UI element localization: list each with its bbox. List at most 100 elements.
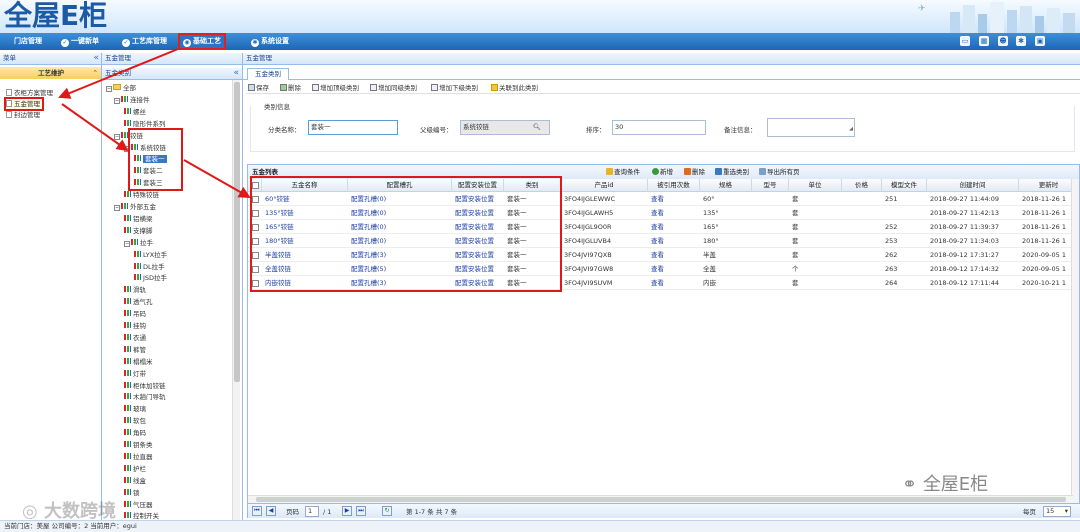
tree-node[interactable]: 灯带 — [124, 369, 146, 379]
tree-node[interactable]: 挂钩 — [124, 321, 146, 331]
collapse-left-button[interactable]: « — [93, 53, 99, 64]
cell-name[interactable]: 180°铰链 — [262, 234, 348, 248]
tree-node[interactable]: 控制开关 — [124, 511, 159, 519]
tree-node[interactable]: 木趟门导轨 — [124, 392, 166, 402]
table-row[interactable]: 180°铰链 配置孔槽(0) 配置安装位置 套装一 3FO4IJGLUVB4 查看 180°… — [248, 234, 1079, 248]
tree-node[interactable]: 支撑脚 — [124, 226, 153, 236]
cell-name[interactable]: 60°铰链 — [262, 192, 348, 206]
delete-button[interactable]: 删除 — [280, 83, 301, 93]
prev-page-button[interactable]: ◀ — [266, 506, 276, 516]
tree-node[interactable]: 护栏 — [124, 464, 146, 474]
column-header[interactable]: 型号 — [752, 179, 789, 192]
per-page-select[interactable]: 15 ▾ — [1043, 506, 1071, 517]
menu-item-edge-banding[interactable]: 封边管理 — [6, 110, 40, 120]
expand-toggle-icon[interactable]: − — [114, 133, 120, 140]
cell-pos[interactable]: 配置安装位置 — [452, 276, 504, 290]
grid-hscroll-thumb[interactable] — [256, 497, 1066, 502]
grid-delete-button[interactable]: 删除 — [684, 165, 705, 179]
tree-node[interactable]: 线盒 — [124, 476, 146, 486]
row-checkbox[interactable] — [252, 238, 259, 245]
expand-toggle-icon[interactable]: − — [114, 205, 120, 211]
parent-id-input[interactable]: 系统铰链 🔍︎ — [460, 120, 550, 135]
column-header[interactable]: 单位 — [789, 179, 842, 192]
cell-name[interactable]: 半盖铰链 — [262, 248, 348, 262]
column-header[interactable]: 配置安装位置 — [452, 179, 504, 192]
tree-node[interactable]: − 全部 — [106, 83, 136, 93]
cell-pos[interactable]: 配置安装位置 — [452, 220, 504, 234]
grid-horizontal-scrollbar[interactable] — [248, 495, 1073, 503]
add-sibling-category-button[interactable]: 增加同级类别 — [370, 83, 417, 93]
column-header[interactable]: 产品id — [561, 179, 648, 192]
page-number-input[interactable]: 1 — [305, 506, 319, 517]
cell-ref[interactable]: 查看 — [648, 192, 700, 206]
row-checkbox[interactable] — [252, 224, 259, 231]
column-header[interactable]: 更新时 — [1019, 179, 1079, 192]
tree-node[interactable]: 套装三 — [134, 178, 163, 188]
tree-node[interactable]: 隐形件系列 — [124, 119, 166, 129]
row-checkbox[interactable] — [252, 266, 259, 273]
tree-node[interactable]: LYX拉手 — [134, 250, 167, 260]
note-textarea[interactable]: ◢ — [767, 118, 855, 137]
tree-node[interactable]: 螺丝 — [124, 107, 146, 117]
tree-scrollbar[interactable] — [232, 80, 240, 520]
cell-pos[interactable]: 配置安装位置 — [452, 262, 504, 276]
query-conditions-button[interactable]: 查询条件 — [606, 165, 640, 179]
tab-hardware-category[interactable]: 五金类别 — [247, 68, 289, 80]
column-header[interactable]: 五金名称 — [262, 179, 348, 192]
table-row[interactable]: 165°铰链 配置孔槽(0) 配置安装位置 套装一 3FO4IJGL9O0R 查看 165°… — [248, 220, 1079, 234]
category-name-input[interactable]: 套装一 — [308, 120, 398, 135]
tree-node[interactable]: 裤管 — [124, 345, 146, 355]
add-child-category-button[interactable]: 增加下级类别 — [431, 83, 478, 93]
row-checkbox[interactable] — [252, 280, 259, 287]
column-header[interactable]: 配置槽孔 — [348, 179, 452, 192]
resize-handle-icon[interactable]: ◢ — [849, 123, 853, 136]
expand-toggle-icon[interactable]: − — [124, 145, 130, 152]
grid-vertical-scrollbar[interactable] — [1071, 179, 1079, 507]
menu-group-craft-maintenance[interactable]: 工艺维护 ⌃ — [0, 67, 102, 79]
tree-node[interactable]: 榻榻米 — [124, 357, 153, 367]
row-checkbox[interactable] — [252, 196, 259, 203]
save-button[interactable]: 保存 — [248, 83, 269, 93]
cell-ref[interactable]: 查看 — [648, 206, 700, 220]
tree-node[interactable]: JSD拉手 — [134, 273, 167, 283]
cell-slot[interactable]: 配置孔槽(0) — [348, 206, 452, 220]
cell-pos[interactable]: 配置安装位置 — [452, 192, 504, 206]
menu-item-hardware-management[interactable]: 五金管理 — [4, 97, 44, 111]
collapse-tree-button[interactable]: « — [233, 68, 239, 79]
tree-node[interactable]: 吊码 — [124, 309, 146, 319]
cell-name[interactable]: 135°铰链 — [262, 206, 348, 220]
calendar-icon[interactable]: ▦ — [979, 36, 989, 46]
tree-node[interactable]: − 铰链 — [114, 131, 143, 141]
expand-toggle-icon[interactable]: − — [114, 97, 120, 104]
cell-name[interactable]: 内嵌铰链 — [262, 276, 348, 290]
cell-ref[interactable]: 查看 — [648, 234, 700, 248]
tree-node[interactable]: − 拉手 — [124, 238, 153, 248]
next-page-button[interactable]: ▶ — [342, 506, 352, 516]
cell-pos[interactable]: 配置安装位置 — [452, 248, 504, 262]
cell-pos[interactable]: 配置安装位置 — [452, 234, 504, 248]
tree-node[interactable]: 玻璃 — [124, 404, 146, 414]
nav-item-store-management[interactable]: 门店管理 — [14, 35, 42, 48]
cell-name[interactable]: 全盖铰链 — [262, 262, 348, 276]
table-row[interactable]: 内嵌铰链 配置孔槽(3) 配置安装位置 套装一 3FO4JVI9SUVM 查看 内嵌 套 264… — [248, 276, 1079, 290]
column-header[interactable]: 规格 — [700, 179, 752, 192]
cell-slot[interactable]: 配置孔槽(0) — [348, 220, 452, 234]
export-all-button[interactable]: 导出所有页 — [759, 165, 800, 179]
column-header[interactable]: 模型文件 — [882, 179, 927, 192]
cell-slot[interactable]: 配置孔槽(5) — [348, 262, 452, 276]
tree-node[interactable]: 滑轨 — [124, 285, 146, 295]
select-all-checkbox[interactable] — [248, 179, 262, 192]
nav-item-basic-craft[interactable]: ◉ 基础工艺 — [178, 33, 226, 50]
reselect-category-button[interactable]: 重选类别 — [715, 165, 749, 179]
user-icon[interactable]: ☻ — [998, 36, 1008, 46]
tree-node[interactable]: 透气孔 — [124, 297, 153, 307]
tree-node[interactable]: 软包 — [124, 416, 146, 426]
expand-toggle-icon[interactable]: − — [124, 240, 130, 247]
row-checkbox[interactable] — [252, 252, 259, 259]
gear-icon[interactable]: ✱ — [1016, 36, 1026, 46]
tree-node[interactable]: 角码 — [124, 428, 146, 438]
column-header[interactable]: 类别 — [504, 179, 561, 192]
link-category-button[interactable]: 关联到此类别 — [491, 83, 538, 93]
nav-item-system-settings[interactable]: ✱ 系统设置 — [251, 35, 289, 48]
menu-item-wardrobe-plan[interactable]: 衣柜方案管理 — [6, 88, 53, 98]
